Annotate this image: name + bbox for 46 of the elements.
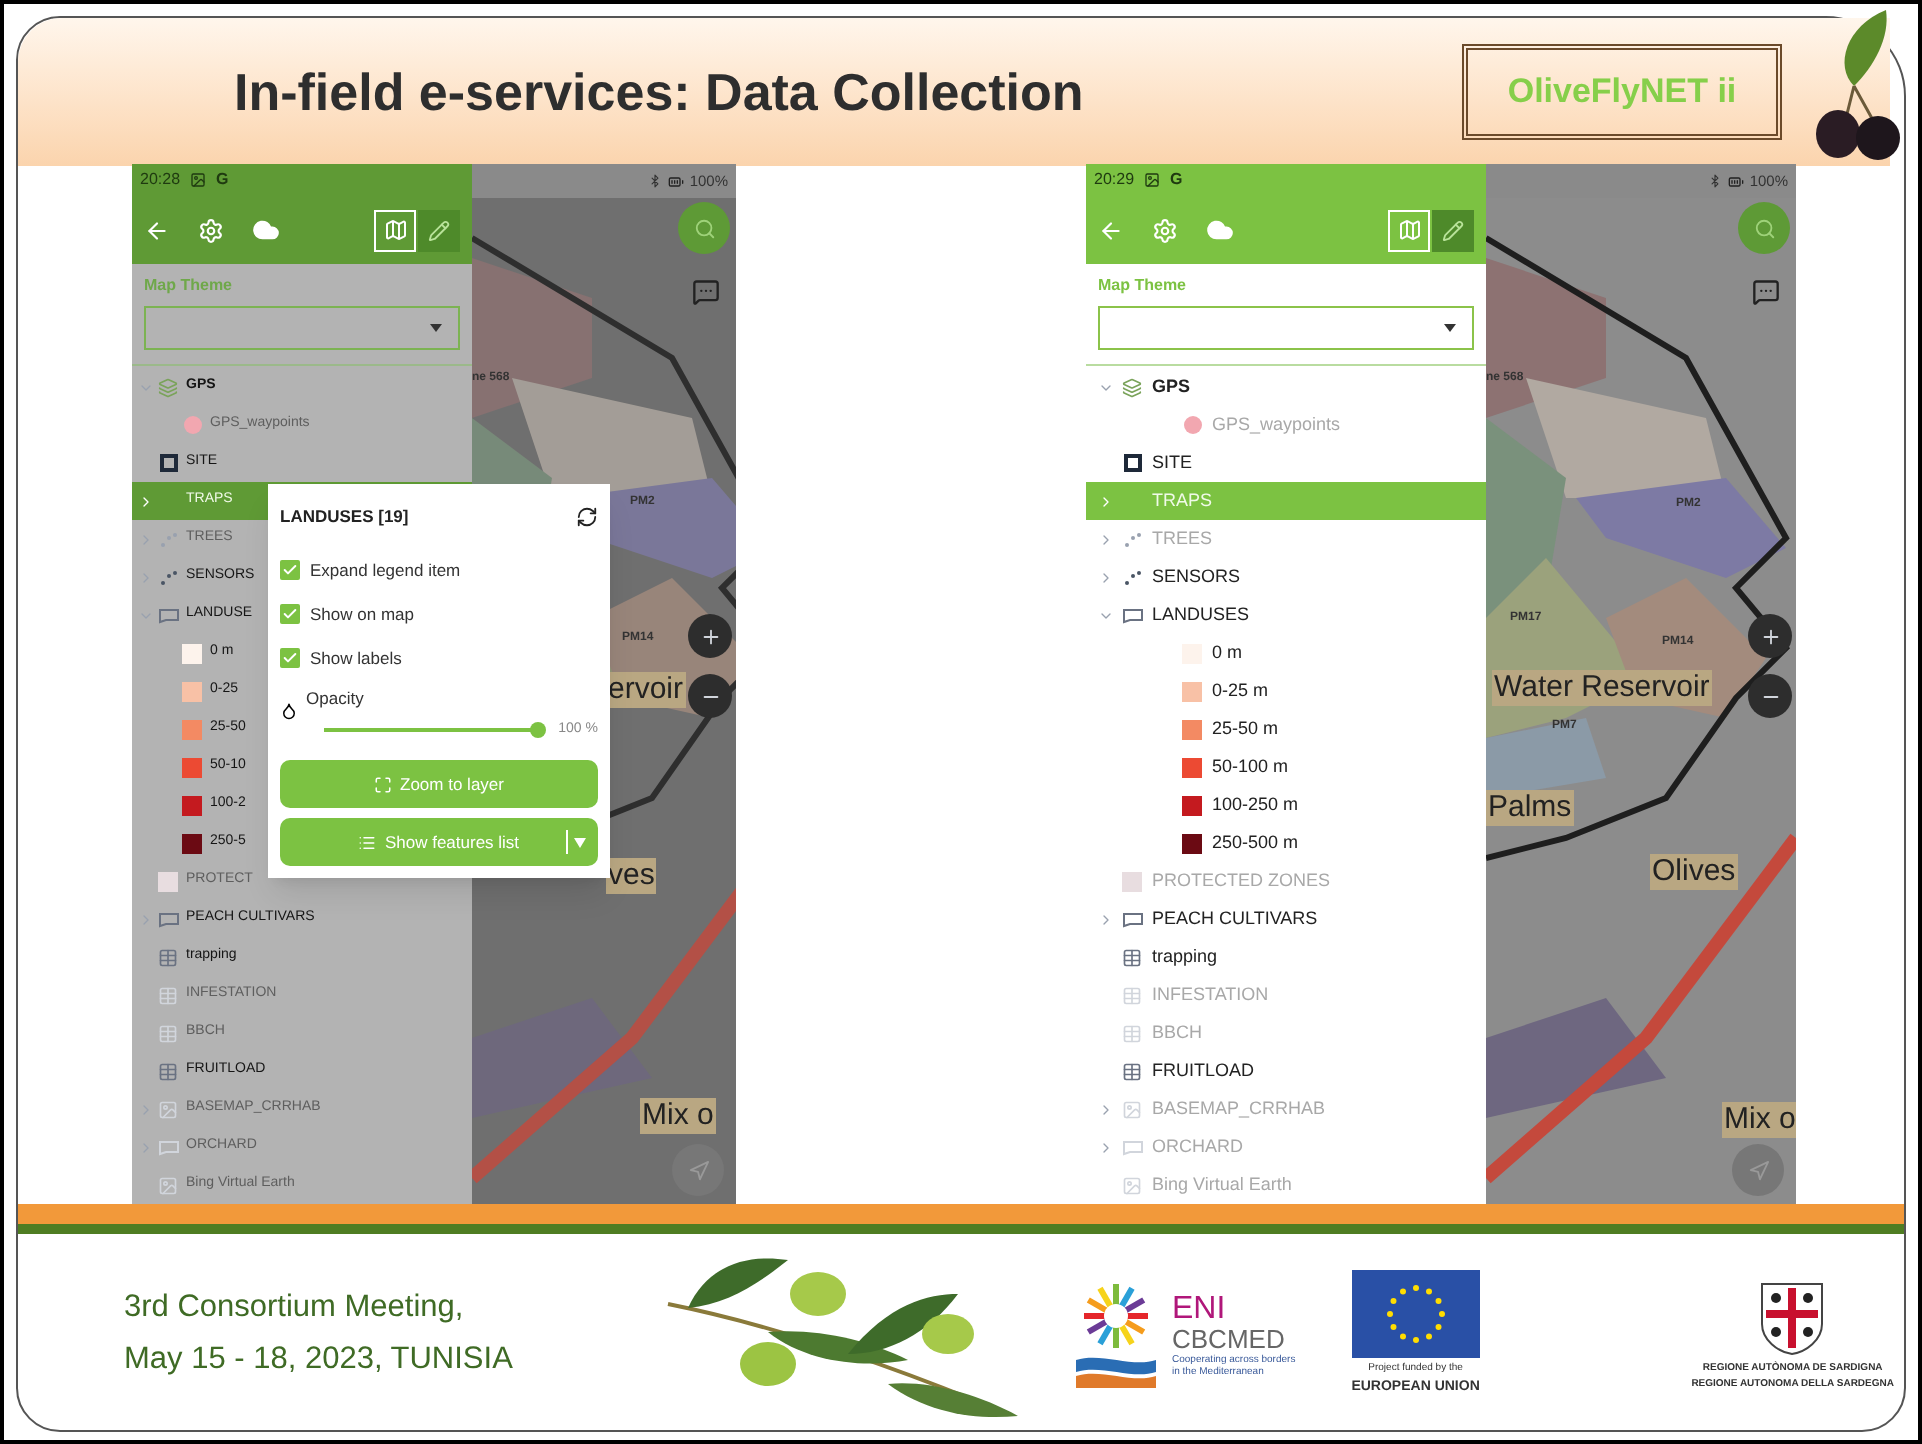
network-indicator: G (1170, 168, 1183, 193)
eni-label: ENI (1172, 1291, 1228, 1325)
opacity-label: Opacity (306, 686, 364, 712)
layer-name: ORCHARD (1152, 1133, 1244, 1160)
layer-name: BASEMAP_CRRHAB (1152, 1095, 1326, 1122)
layer-name: SENSORS (1152, 563, 1241, 590)
layer-name: TREES (1152, 525, 1213, 552)
layer-name: GPS_waypoints (1212, 411, 1341, 438)
option-label: Show labels (310, 645, 402, 671)
layer-name: SITE (1152, 449, 1193, 476)
dialog-title: LANDUSES [19] (280, 503, 409, 529)
layer-name: TRAPS (1152, 487, 1213, 514)
meeting-title: 3rd Consortium Meeting, (124, 1288, 466, 1328)
layer-name: PROTECTED ZONES (1152, 867, 1331, 894)
network-indicator: G (216, 168, 229, 193)
option-label: Show on map (310, 601, 414, 627)
meeting-dates: May 15 - 18, 2023, TUNISIA (124, 1340, 515, 1380)
layer-name: Bing Virtual Earth (1152, 1171, 1292, 1198)
layer-name: INFESTATION (1152, 981, 1269, 1008)
place-label: Palms (1486, 790, 1574, 826)
place-label: Olives (1650, 854, 1738, 890)
place-label: Water Reservoir (1492, 670, 1712, 706)
map-theme-label: Map Theme (1098, 273, 1189, 298)
layer-name: trapping (1152, 943, 1218, 970)
map-theme-label: Map Theme (144, 273, 235, 298)
layer-name: 0-25 m (1212, 677, 1269, 704)
place-label: Mix o (1722, 1102, 1796, 1138)
slide-title: In-field e-services: Data Collection (234, 59, 1084, 125)
layer-name: BBCH (1152, 1019, 1203, 1046)
project-logo: OliveFlyNET ii (1462, 44, 1782, 140)
cbcmed-label: CBCMED (1172, 1325, 1287, 1353)
layer-name: FRUITLOAD (1152, 1057, 1255, 1084)
layer-name: GPS (1152, 373, 1191, 400)
place-label: ves (606, 858, 657, 894)
place-label: Mix o (640, 1098, 716, 1134)
place-label: ervoir (606, 672, 686, 708)
layer-name: 100-250 m (1212, 791, 1299, 818)
layer-name: 25-50 m (1212, 715, 1279, 742)
option-label: Expand legend item (310, 557, 461, 583)
layer-name: PEACH CULTIVARS (1152, 905, 1318, 932)
layer-name: 250-500 m (1212, 829, 1299, 856)
status-time: 20:28 (140, 168, 181, 193)
layer-name: LANDUSES (1152, 601, 1250, 628)
status-time: 20:29 (1094, 168, 1135, 193)
layer-name: 0 m (1212, 639, 1243, 666)
layer-name: 50-100 m (1212, 753, 1289, 780)
